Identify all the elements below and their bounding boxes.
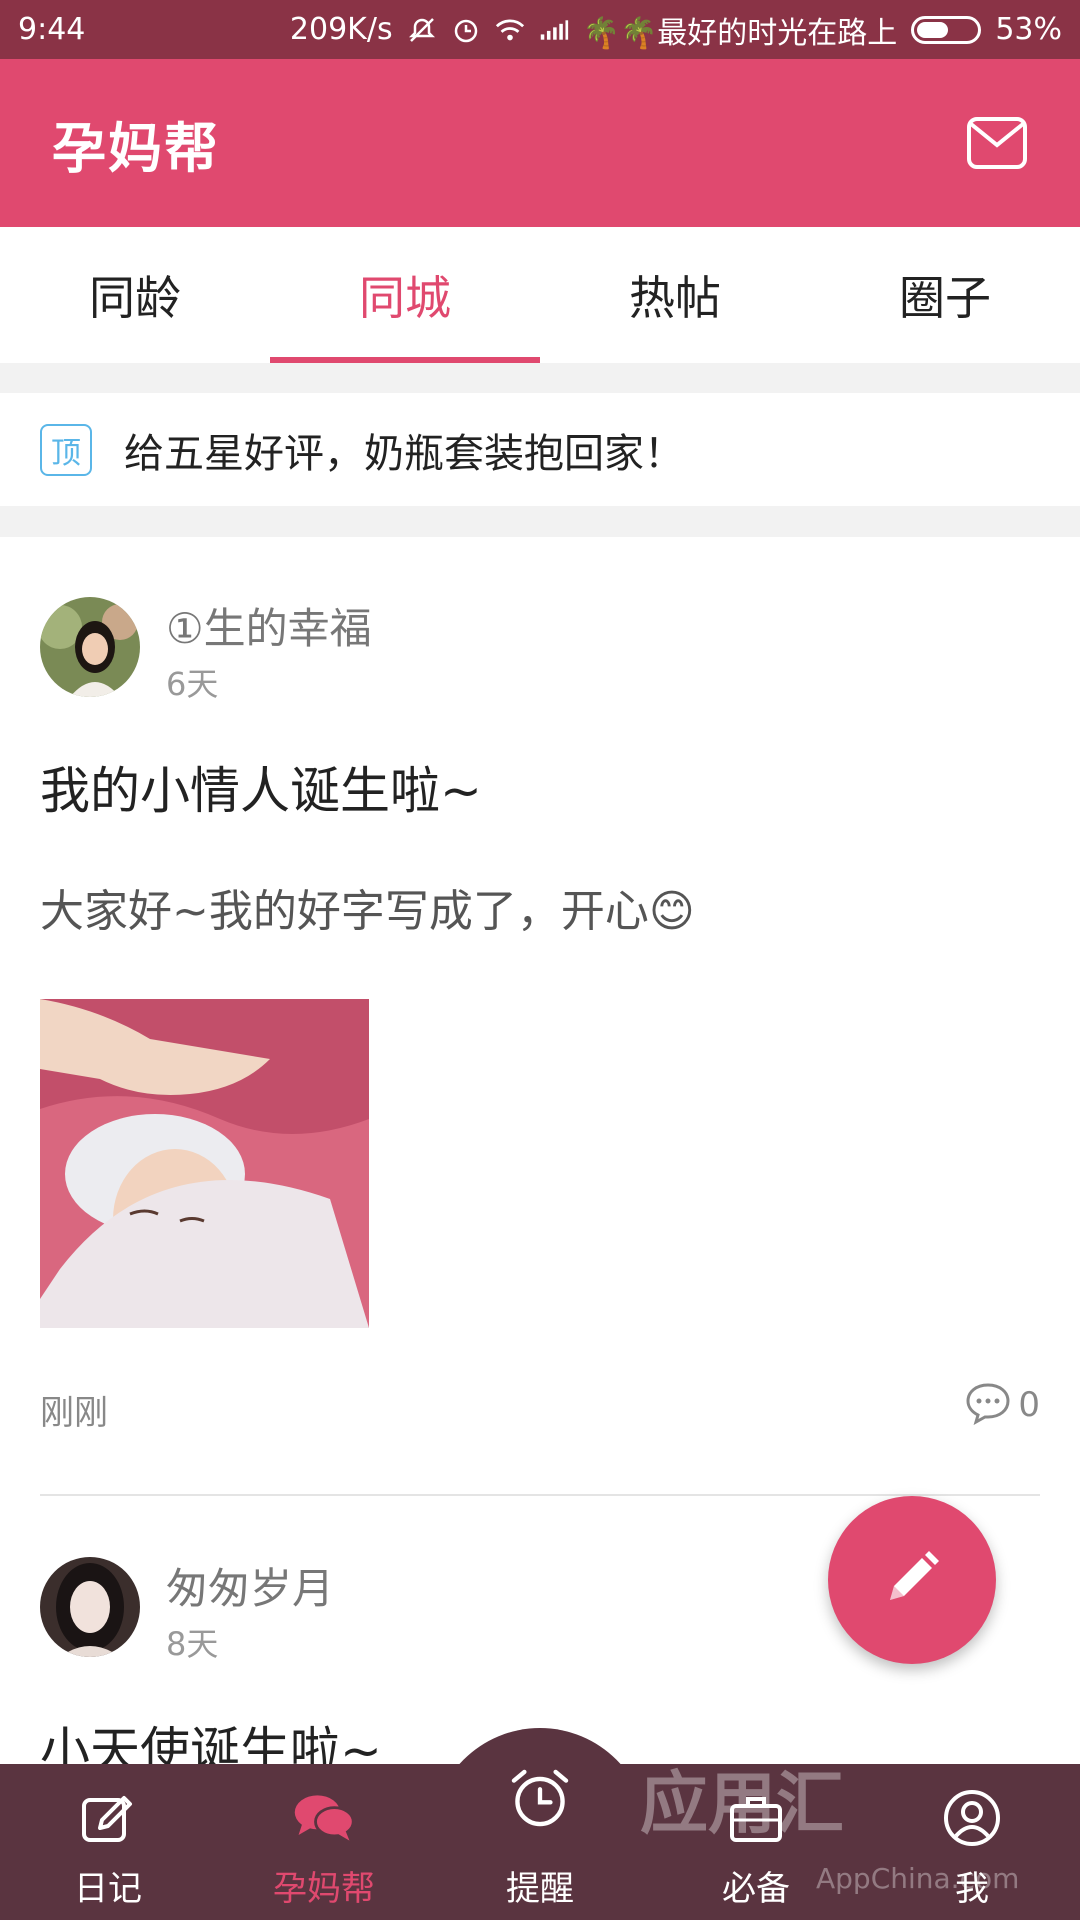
comment-icon xyxy=(964,1381,1012,1429)
post-card[interactable]: ①生的幸福 6天 我的小情人诞生啦~ 大家好~我的好字写成了，开心😊 刚刚 0 xyxy=(0,537,1080,1496)
network-speed: 209K/s xyxy=(289,12,393,47)
nav-label: 孕妈帮 xyxy=(273,1869,375,1909)
nav-community[interactable]: 孕妈帮 xyxy=(216,1764,432,1920)
chat-bubbles-icon xyxy=(291,1785,357,1851)
carrier-text: 🌴🌴最好的时光在路上 xyxy=(582,15,898,51)
avatar[interactable] xyxy=(40,597,140,697)
tab-same-age[interactable]: 同龄 xyxy=(0,227,270,363)
bottom-nav: 日记 孕妈帮 提醒 必备 我 xyxy=(0,1764,1080,1920)
post-divider xyxy=(40,1494,1040,1496)
post-title: 我的小情人诞生啦~ xyxy=(40,762,482,820)
signal-icon xyxy=(539,15,569,45)
compose-button[interactable] xyxy=(828,1496,996,1664)
nav-me[interactable]: 我 xyxy=(864,1764,1080,1920)
pinned-text: 给五星好评，奶瓶套装抱回家！ xyxy=(124,430,684,477)
wifi-icon xyxy=(495,15,525,45)
pinned-badge: 顶 xyxy=(40,423,92,476)
pencil-icon xyxy=(75,1785,141,1851)
status-time: 9:44 xyxy=(18,12,86,47)
battery-icon xyxy=(911,15,982,44)
tab-hot-posts[interactable]: 热帖 xyxy=(540,227,810,363)
mail-icon[interactable] xyxy=(966,116,1028,170)
app-title: 孕妈帮 xyxy=(52,116,220,180)
post-author[interactable]: 匆匆岁月 xyxy=(166,1555,334,1616)
tab-circles[interactable]: 圈子 xyxy=(810,227,1080,363)
status-right: 209K/s 🌴🌴最好的时光在路上 53% xyxy=(290,8,1062,52)
avatar[interactable] xyxy=(40,1557,140,1657)
nav-label: 日记 xyxy=(74,1869,142,1909)
user-icon xyxy=(939,1785,1005,1851)
tab-bar: 同龄 同城 热帖 圈子 xyxy=(0,227,1080,363)
alarm-clock-icon xyxy=(507,1765,573,1831)
pencil-icon xyxy=(880,1546,944,1614)
comment-button[interactable]: 0 xyxy=(964,1381,1040,1429)
post-title: 小天使诞生啦~ xyxy=(40,1722,382,1764)
post-footer-time: 刚刚 xyxy=(40,1393,108,1433)
post-author[interactable]: ①生的幸福 xyxy=(166,595,372,656)
tab-same-city[interactable]: 同城 xyxy=(270,227,540,363)
post-age: 6天 xyxy=(166,665,219,703)
nav-label: 必备 xyxy=(722,1869,790,1909)
post-age: 8天 xyxy=(166,1625,219,1663)
nav-label: 提醒 xyxy=(506,1869,574,1909)
watermark-url: AppChina.com xyxy=(816,1862,1020,1895)
battery-percent: 53% xyxy=(995,12,1062,47)
comment-count: 0 xyxy=(1018,1385,1040,1425)
battery-level xyxy=(917,21,949,38)
nav-reminder[interactable]: 提醒 xyxy=(432,1764,648,1920)
app-bar: 孕妈帮 xyxy=(0,59,1080,227)
pinned-post[interactable]: 顶 给五星好评，奶瓶套装抱回家！ xyxy=(0,393,1080,506)
post-body: 大家好~我的好字写成了，开心😊 xyxy=(40,886,695,937)
mute-icon xyxy=(407,15,437,45)
nav-diary[interactable]: 日记 xyxy=(0,1764,216,1920)
status-bar: 9:44 209K/s 🌴🌴最好的时光在路上 53% xyxy=(0,0,1080,59)
post-photo[interactable] xyxy=(40,999,369,1328)
watermark-logo: 应用汇 xyxy=(640,1765,845,1844)
alarm-icon xyxy=(451,15,481,45)
